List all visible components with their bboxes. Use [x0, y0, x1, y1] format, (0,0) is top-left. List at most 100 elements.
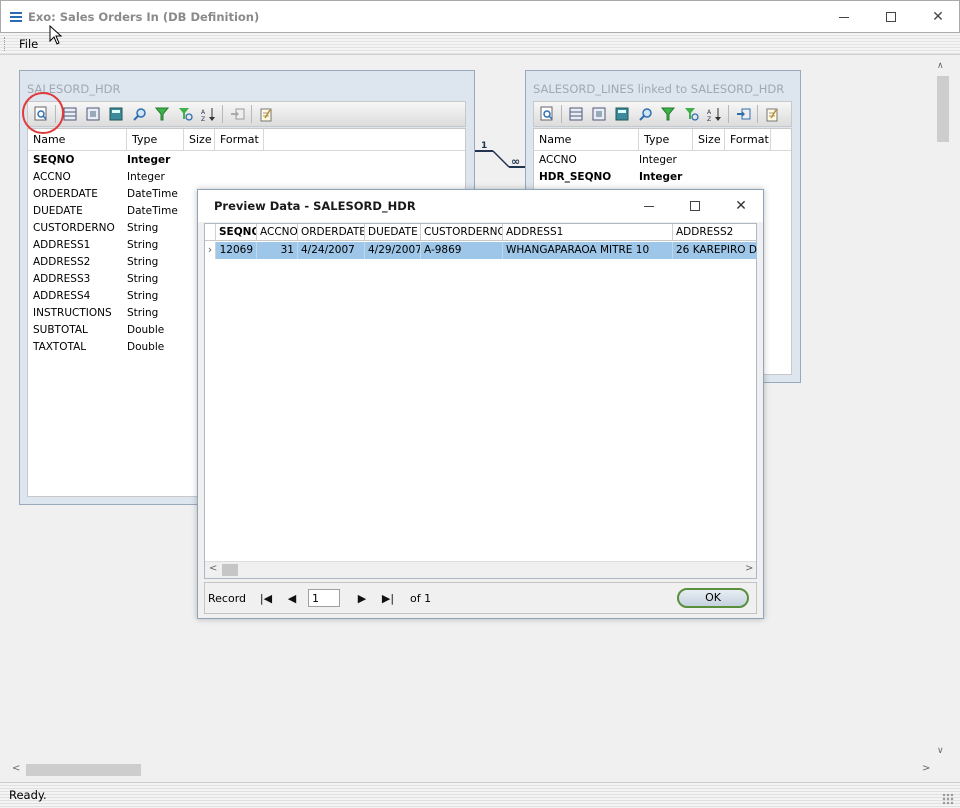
close-button[interactable]: ✕: [915, 1, 960, 33]
minimize-button[interactable]: [821, 1, 867, 33]
filter-button[interactable]: [153, 105, 171, 123]
form-view-button[interactable]: [84, 105, 102, 123]
scroll-down-icon[interactable]: ∨: [937, 746, 944, 756]
field-name: CUSTORDERNO: [33, 222, 115, 234]
prev-record-button[interactable]: ◀: [282, 588, 302, 608]
field-name: TAXTOTAL: [33, 341, 87, 353]
scroll-up-icon[interactable]: ∧: [937, 61, 944, 71]
preview-grid-header: SEQNO ACCNO ORDERDATE DUEDATE CUSTORDERN…: [205, 224, 757, 241]
notes-button[interactable]: [763, 105, 781, 123]
scroll-left-icon[interactable]: <: [12, 763, 20, 774]
dialog-maximize-button[interactable]: [672, 190, 718, 222]
maximize-icon: [690, 201, 700, 211]
toolbar-separator: [222, 105, 223, 123]
search-icon: [638, 107, 652, 121]
column-header-type[interactable]: Type: [127, 129, 184, 150]
field-name: INSTRUCTIONS: [33, 307, 112, 319]
table-view-button[interactable]: [567, 105, 585, 123]
notes-button[interactable]: [257, 105, 275, 123]
preview-data-dialog: Preview Data - SALESORD_HDR ✕ SEQNO ACCN…: [197, 189, 764, 619]
cell-seqno[interactable]: 12069: [216, 242, 257, 259]
search-button[interactable]: [636, 105, 654, 123]
calculator-button[interactable]: [613, 105, 631, 123]
search-button[interactable]: [130, 105, 148, 123]
last-record-button[interactable]: ▶|: [378, 588, 398, 608]
field-row[interactable]: ACCNO Integer: [28, 169, 465, 186]
preview-row[interactable]: › 12069 31 4/24/2007 4/29/2007 A-9869 WH…: [205, 242, 757, 259]
column-header-address2[interactable]: ADDRESS2: [673, 224, 757, 240]
menu-bar: File: [0, 33, 960, 55]
main-vertical-scrollbar[interactable]: ∧ ∨: [934, 58, 951, 761]
field-type: String: [127, 273, 159, 285]
field-row[interactable]: SEQNO Integer: [28, 152, 465, 169]
preview-data-button[interactable]: [538, 105, 556, 123]
column-header-seqno[interactable]: SEQNO: [216, 224, 257, 240]
import-button[interactable]: [228, 105, 246, 123]
main-horizontal-scrollbar[interactable]: < >: [8, 761, 934, 778]
scroll-left-icon[interactable]: <: [209, 563, 217, 574]
column-header-address1[interactable]: ADDRESS1: [503, 224, 673, 240]
cell-accno[interactable]: 31: [257, 242, 298, 259]
sort-button[interactable]: AZ: [199, 105, 217, 123]
status-text: Ready.: [9, 788, 47, 802]
scroll-thumb[interactable]: [26, 764, 141, 776]
first-record-button[interactable]: |◀: [256, 588, 276, 608]
sort-icon: AZ: [201, 107, 215, 122]
column-header-type[interactable]: Type: [639, 129, 693, 150]
maximize-button[interactable]: [868, 1, 914, 33]
field-name: ADDRESS1: [33, 239, 91, 251]
column-header-name[interactable]: Name: [534, 129, 639, 150]
close-icon: ✕: [735, 198, 747, 214]
column-header-accno[interactable]: ACCNO: [257, 224, 298, 240]
cell-orderdate[interactable]: 4/24/2007: [298, 242, 365, 259]
cell-custorderno[interactable]: A-9869: [421, 242, 503, 259]
menu-file[interactable]: File: [19, 37, 38, 51]
scroll-thumb[interactable]: [937, 76, 949, 142]
notes-icon: [260, 108, 272, 121]
svg-text:A: A: [707, 109, 712, 116]
filter-button[interactable]: [659, 105, 677, 123]
dialog-minimize-button[interactable]: [626, 190, 672, 222]
record-label: Record: [208, 591, 247, 605]
filter-search-button[interactable]: [682, 105, 700, 123]
ok-button[interactable]: OK: [677, 588, 749, 608]
column-header-custorderno[interactable]: CUSTORDERNO: [421, 224, 503, 240]
status-bar: Ready.: [0, 782, 960, 808]
calculator-button[interactable]: [107, 105, 125, 123]
minimize-icon: [839, 16, 849, 18]
column-header-orderdate[interactable]: ORDERDATE: [298, 224, 365, 240]
app-icon: [10, 11, 22, 22]
resize-grip-icon[interactable]: [942, 793, 954, 805]
filter-search-icon: [178, 107, 193, 121]
scroll-right-icon[interactable]: >: [745, 563, 753, 574]
record-number-input[interactable]: [308, 589, 341, 607]
search-icon: [132, 107, 146, 121]
form-view-button[interactable]: [590, 105, 608, 123]
preview-horizontal-scrollbar[interactable]: < >: [205, 561, 756, 578]
cell-address1[interactable]: WHANGAPARAOA MITRE 10: [503, 242, 673, 259]
field-type: Integer: [127, 154, 171, 166]
notes-icon: [766, 108, 778, 121]
sort-button[interactable]: AZ: [705, 105, 723, 123]
cell-duedate[interactable]: 4/29/2007: [365, 242, 421, 259]
filter-search-button[interactable]: [176, 105, 194, 123]
field-row[interactable]: ACCNO Integer: [534, 152, 791, 169]
column-header-format[interactable]: Format: [215, 129, 264, 150]
column-header-size[interactable]: Size: [693, 129, 725, 150]
scroll-thumb[interactable]: [222, 564, 238, 576]
next-record-button[interactable]: ▶: [352, 588, 372, 608]
column-header-duedate[interactable]: DUEDATE: [365, 224, 421, 240]
window-titlebar: Exo: Sales Orders In (DB Definition) ✕: [0, 0, 960, 33]
column-header-format[interactable]: Format: [725, 129, 771, 150]
scroll-right-icon[interactable]: >: [922, 763, 930, 774]
dialog-close-button[interactable]: ✕: [718, 190, 764, 222]
toolbar-separator: [561, 105, 562, 123]
calculator-icon: [109, 107, 123, 121]
import-icon: [230, 108, 244, 120]
cell-address2[interactable]: 26 KAREPIRO DR: [673, 242, 757, 259]
import-button[interactable]: [734, 105, 752, 123]
form-icon: [592, 107, 606, 121]
column-header-size[interactable]: Size: [184, 129, 215, 150]
field-type: Double: [127, 324, 165, 336]
field-row[interactable]: HDR_SEQNO Integer: [534, 169, 791, 186]
